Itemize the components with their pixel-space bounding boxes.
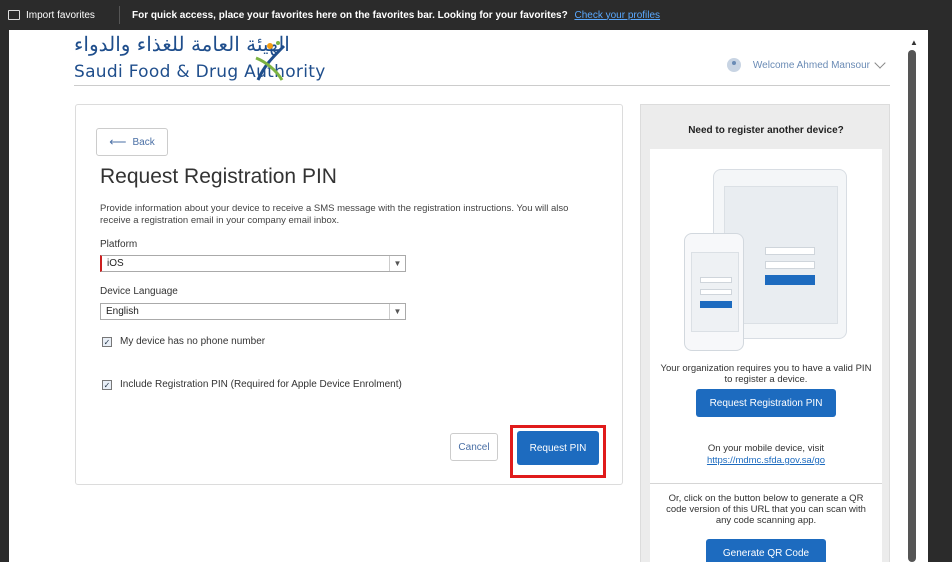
platform-label: Platform (100, 239, 138, 250)
site-header: الهيئة العامة للغذاء والدواء Saudi Food … (74, 30, 890, 86)
platform-select[interactable]: iOS ▼ (100, 255, 406, 272)
platform-value: iOS (107, 258, 124, 269)
phone-screen (691, 252, 739, 332)
scroll-up-icon[interactable]: ▲ (910, 38, 918, 47)
scrollbar-thumb[interactable] (908, 50, 916, 562)
dropdown-arrow-icon: ▼ (389, 304, 405, 319)
back-button[interactable]: ⟵ Back (96, 128, 168, 156)
sidebar-panel: Your organization requires you to have a… (650, 149, 882, 562)
request-pin-button[interactable]: Request PIN (517, 431, 599, 465)
pin-requirement-text: Your organization requires you to have a… (660, 363, 872, 385)
form-description: Provide information about your device to… (100, 203, 569, 226)
check-profiles-link[interactable]: Check your profiles (574, 10, 660, 21)
import-favorites-icon (8, 10, 20, 20)
tablet-input (765, 261, 815, 269)
generate-qr-code-button[interactable]: Generate QR Code (706, 539, 826, 562)
request-pin-card: ⟵ Back Request Registration PIN Provide … (75, 104, 623, 485)
no-phone-checkbox-row[interactable]: ✓ My device has no phone number (102, 336, 265, 347)
window-right-edge (928, 30, 952, 562)
no-phone-checkbox[interactable]: ✓ (102, 336, 112, 347)
device-language-label: Device Language (100, 286, 178, 297)
include-pin-checkbox[interactable]: ✓ (102, 379, 112, 390)
no-phone-label: My device has no phone number (120, 336, 266, 347)
window-left-edge (0, 30, 9, 562)
phone-illustration (684, 233, 744, 351)
dropdown-arrow-icon: ▼ (389, 256, 405, 271)
visit-text: On your mobile device, visit (707, 443, 825, 454)
include-pin-label: Include Registration PIN (Required for A… (120, 379, 402, 390)
favorites-message: For quick access, place your favorites h… (120, 10, 660, 21)
arrow-left-icon: ⟵ (109, 135, 127, 149)
import-favorites-button[interactable]: Import favorites (0, 6, 120, 24)
sidebar-title: Need to register another device? (688, 125, 844, 136)
welcome-text: Welcome Ahmed Mansour (752, 59, 870, 71)
device-language-select[interactable]: English ▼ (100, 303, 406, 320)
sidebar-divider (650, 483, 882, 484)
page-title: Request Registration PIN (100, 165, 337, 188)
back-label: Back (132, 136, 155, 148)
user-avatar-icon (726, 58, 741, 72)
import-favorites-label: Import favorites (26, 9, 95, 21)
phone-button (700, 301, 732, 308)
qr-instruction-text: Or, click on the button below to generat… (666, 493, 866, 526)
phone-input (700, 277, 732, 283)
user-menu[interactable]: Welcome Ahmed Mansour (726, 57, 886, 72)
chevron-down-icon (874, 57, 886, 69)
cancel-button[interactable]: Cancel (450, 433, 498, 461)
register-device-sidebar: Need to register another device? Your or… (640, 104, 890, 562)
device-language-value: English (106, 306, 139, 317)
sfda-logo-icon (255, 41, 286, 81)
visit-url-link[interactable]: https://mdmc.sfda.gov.sa/go (660, 455, 872, 466)
favorites-message-text: For quick access, place your favorites h… (132, 9, 568, 21)
tablet-input (765, 247, 815, 255)
phone-input (700, 289, 732, 295)
favorites-bar: Import favorites For quick access, place… (0, 0, 952, 30)
request-registration-pin-button[interactable]: Request Registration PIN (696, 389, 836, 417)
include-pin-checkbox-row[interactable]: ✓ Include Registration PIN (Required for… (102, 379, 402, 390)
tablet-button (765, 275, 815, 285)
